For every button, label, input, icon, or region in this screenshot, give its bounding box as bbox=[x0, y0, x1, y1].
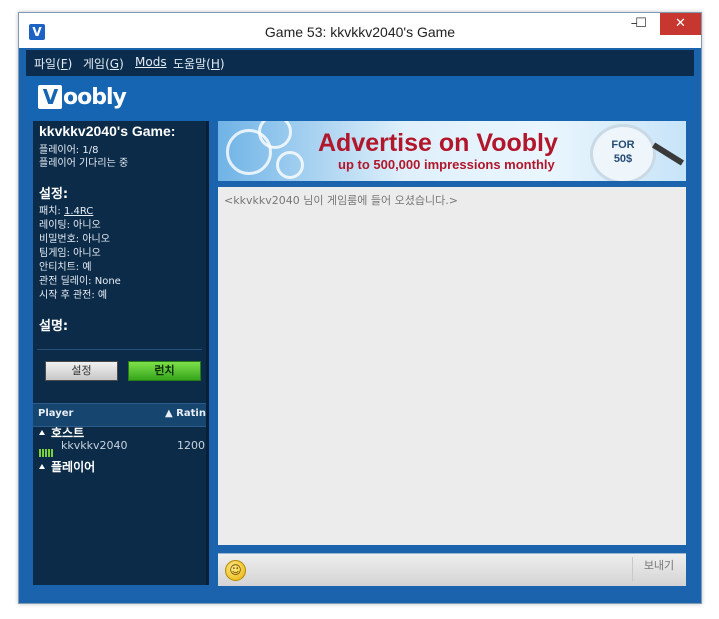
menu-file[interactable]: 파일(F) bbox=[34, 55, 72, 72]
settings-button[interactable]: 설정 bbox=[45, 361, 118, 381]
magnifier-handle-icon bbox=[651, 142, 685, 166]
spectate-after-start-info: 시작 후 관전: 예 bbox=[39, 290, 108, 301]
rated-info: 레이팅: 아니오 bbox=[39, 220, 101, 231]
collapse-triangle-icon[interactable] bbox=[39, 430, 45, 435]
send-button[interactable]: 보내기 bbox=[632, 557, 685, 581]
player-row[interactable]: kkvkkv2040 1200 bbox=[39, 439, 207, 457]
game-info-panel: kkvkkv2040's Game: 플레이어: 1/8 플레이어 기다리는 중… bbox=[33, 121, 209, 585]
maximize-icon[interactable]: ☐ bbox=[626, 13, 656, 35]
brand-bar: Voobly bbox=[26, 76, 694, 121]
player-rating: 1200 bbox=[177, 439, 205, 452]
patch-info: 패치: 1.4RC bbox=[39, 206, 94, 217]
players-group[interactable]: 플레이어 bbox=[39, 458, 95, 475]
ad-decoration bbox=[258, 121, 292, 149]
player-name: kkvkkv2040 bbox=[61, 439, 128, 452]
close-button[interactable]: ✕ bbox=[660, 13, 701, 35]
collapse-triangle-icon[interactable] bbox=[39, 464, 45, 469]
ad-decoration bbox=[276, 151, 304, 179]
anti-cheat-info: 안티치트: 예 bbox=[39, 262, 92, 273]
menu-mods[interactable]: Mods bbox=[135, 55, 167, 69]
chat-input[interactable] bbox=[252, 557, 634, 583]
launch-button[interactable]: 런치 bbox=[128, 361, 201, 381]
game-title: kkvkkv2040's Game: bbox=[39, 123, 176, 139]
spectate-delay-info: 관전 딜레이: None bbox=[39, 276, 121, 287]
window-title: Game 53: kkvkkv2040's Game bbox=[264, 24, 456, 40]
game-status: 플레이어 기다리는 중 bbox=[39, 158, 129, 169]
player-column-header[interactable]: Player bbox=[38, 408, 73, 419]
menu-game[interactable]: 게임(G) bbox=[83, 55, 124, 72]
voobly-logo: Voobly bbox=[38, 85, 127, 113]
password-info: 비밀번호: 아니오 bbox=[39, 234, 110, 245]
chat-message: <kkvkkv2040 님이 게임룸에 들어 오셨습니다.> bbox=[224, 194, 458, 207]
ad-headline: Advertise on Voobly bbox=[318, 129, 558, 157]
chat-log: <kkvkkv2040 님이 게임룸에 들어 오셨습니다.> bbox=[218, 187, 686, 545]
menu-bar: 파일(F) 게임(G) Mods 도움말(H) bbox=[26, 50, 694, 76]
team-game-info: 팀게임: 아니오 bbox=[39, 248, 101, 259]
ad-magnifier-badge: FOR 50$ bbox=[590, 124, 656, 181]
chat-input-bar: ☺ 보내기 bbox=[218, 553, 686, 586]
rating-column-header[interactable]: ▲ Ratin bbox=[165, 408, 206, 419]
app-window: V Game 53: kkvkkv2040's Game – ☐ ☐ ✕ 파일(… bbox=[18, 12, 702, 604]
description-heading: 설명: bbox=[39, 319, 69, 334]
advertisement-banner[interactable]: Advertise on Voobly up to 500,000 impres… bbox=[218, 121, 686, 181]
settings-heading: 설정: bbox=[39, 187, 69, 202]
ad-subline: up to 500,000 impressions monthly bbox=[338, 157, 555, 172]
menu-help[interactable]: 도움말(H) bbox=[173, 55, 225, 72]
title-bar[interactable]: V Game 53: kkvkkv2040's Game – ☐ ☐ ✕ bbox=[19, 13, 701, 48]
emoji-icon[interactable]: ☺ bbox=[225, 560, 246, 581]
divider bbox=[37, 349, 202, 350]
main-panel: Advertise on Voobly up to 500,000 impres… bbox=[218, 121, 686, 586]
